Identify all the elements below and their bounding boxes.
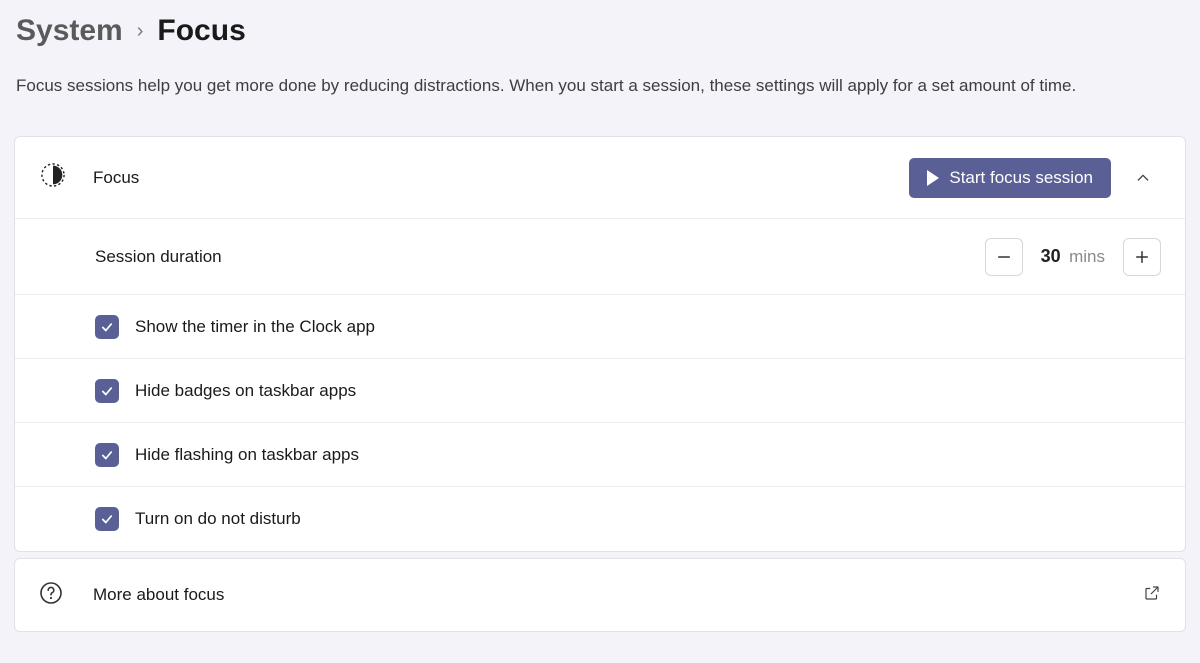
chevron-right-icon: › [137,20,144,43]
option-label: Hide badges on taskbar apps [135,381,356,401]
focus-icon [39,161,67,194]
breadcrumb-current: Focus [157,14,245,48]
option-label: Show the timer in the Clock app [135,317,375,337]
start-focus-label: Start focus session [949,168,1093,188]
checkbox-hide-flashing[interactable] [95,443,119,467]
checkbox-hide-badges[interactable] [95,379,119,403]
collapse-button[interactable] [1125,160,1161,196]
session-duration-label: Session duration [95,247,985,267]
decrease-duration-button[interactable] [985,238,1023,276]
help-icon [39,581,63,610]
page-description: Focus sessions help you get more done by… [16,76,1186,96]
focus-title: Focus [93,168,909,188]
increase-duration-button[interactable] [1123,238,1161,276]
checkbox-show-timer[interactable] [95,315,119,339]
option-do-not-disturb[interactable]: Turn on do not disturb [15,487,1185,551]
breadcrumb-parent[interactable]: System [16,14,123,48]
option-label: Hide flashing on taskbar apps [135,445,359,465]
checkbox-dnd[interactable] [95,507,119,531]
focus-panel: Focus Start focus session Session durati… [14,136,1186,552]
external-link-icon [1143,584,1161,607]
session-duration-row: Session duration 30 mins [15,219,1185,295]
breadcrumb: System › Focus [16,14,1186,48]
play-icon [927,170,939,186]
option-hide-flashing[interactable]: Hide flashing on taskbar apps [15,423,1185,487]
duration-unit: mins [1069,247,1105,266]
option-hide-badges[interactable]: Hide badges on taskbar apps [15,359,1185,423]
duration-value: 30 [1041,246,1061,266]
duration-stepper: 30 mins [985,238,1161,276]
more-about-focus-label: More about focus [93,585,1143,605]
more-about-focus-card[interactable]: More about focus [14,558,1186,632]
option-label: Turn on do not disturb [135,509,301,529]
start-focus-button[interactable]: Start focus session [909,158,1111,198]
option-show-timer[interactable]: Show the timer in the Clock app [15,295,1185,359]
focus-header-row[interactable]: Focus Start focus session [15,137,1185,219]
